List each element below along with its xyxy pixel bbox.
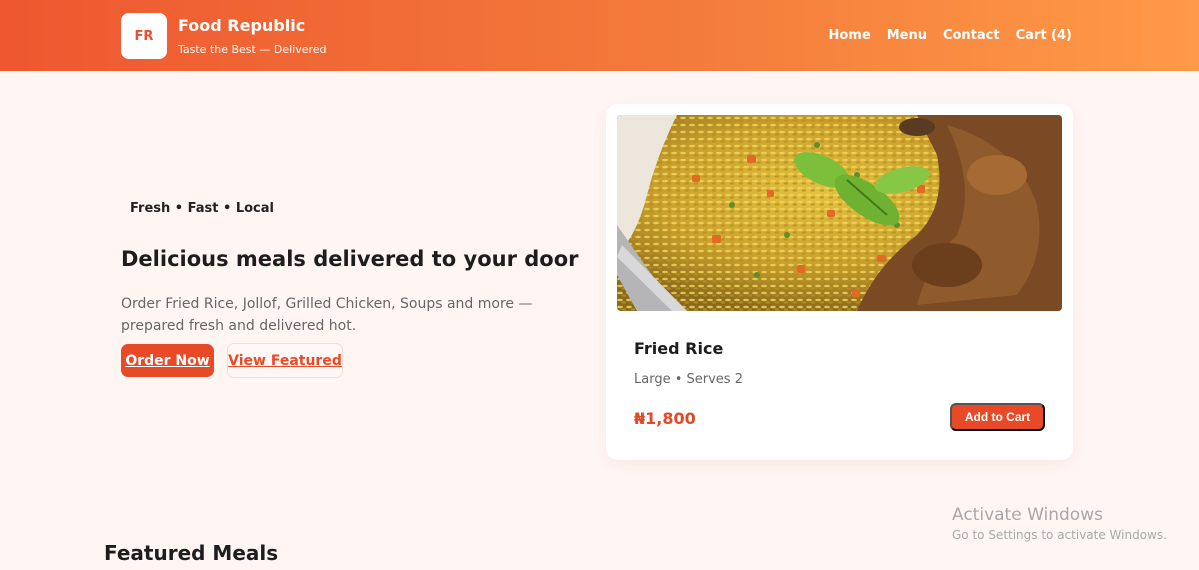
nav-link-contact[interactable]: Contact — [943, 28, 1000, 43]
logo-text: FR — [134, 28, 154, 44]
hero-tagline: Fresh • Fast • Local — [130, 201, 274, 216]
featured-meals-heading: Featured Meals — [104, 541, 279, 565]
brand-tagline: Taste the Best — Delivered — [178, 43, 327, 56]
view-featured-button[interactable]: View Featured — [227, 343, 343, 378]
meal-name: Fried Rice — [634, 339, 724, 358]
activate-windows-title: Activate Windows — [952, 505, 1103, 525]
brand-name[interactable]: Food Republic — [178, 16, 305, 35]
add-to-cart-button[interactable]: Add to Cart — [950, 403, 1045, 431]
hero-description: Order Fried Rice, Jollof, Grilled Chicke… — [121, 296, 533, 334]
hero-title: Delicious meals delivered to your door — [121, 247, 579, 271]
top-nav-bar: FR Food Republic Taste the Best — Delive… — [0, 0, 1199, 71]
main-nav: Home Menu Contact Cart (4) — [829, 28, 1073, 43]
nav-link-menu[interactable]: Menu — [887, 28, 927, 43]
fried-rice-image — [617, 115, 1062, 311]
nav-link-cart[interactable]: Cart (4) — [1016, 28, 1072, 43]
meal-price: ₦1,800 — [634, 409, 696, 428]
brand-logo[interactable]: FR — [121, 13, 167, 59]
activate-windows-subtitle: Go to Settings to activate Windows. — [952, 528, 1167, 542]
order-now-button[interactable]: Order Now — [121, 344, 214, 377]
meal-details: Large • Serves 2 — [634, 372, 743, 387]
nav-link-home[interactable]: Home — [829, 28, 871, 43]
featured-meal-card: Fried Rice Large • Serves 2 ₦1,800 Add t… — [606, 104, 1073, 460]
